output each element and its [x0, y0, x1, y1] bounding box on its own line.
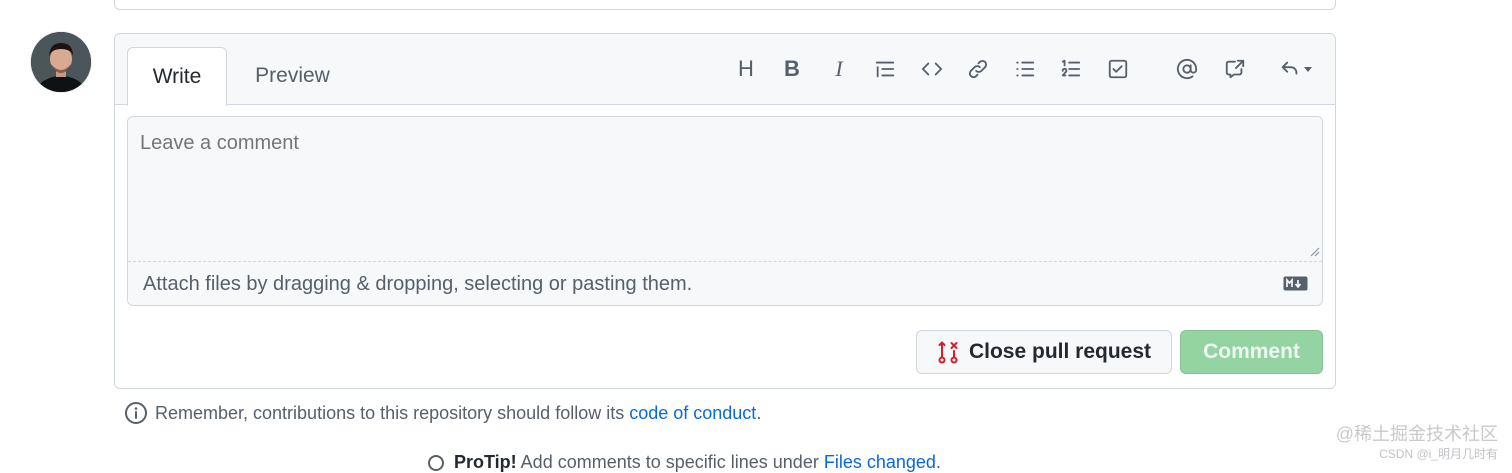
- link-button[interactable]: [961, 52, 995, 86]
- files-changed-link[interactable]: Files changed: [824, 452, 936, 472]
- code-of-conduct-link[interactable]: code of conduct: [629, 403, 756, 423]
- italic-icon: I: [835, 56, 843, 81]
- protip-end: .: [935, 452, 941, 472]
- editor-tabbar: Write Preview H B I: [115, 34, 1335, 106]
- unordered-list-button[interactable]: [1008, 52, 1042, 86]
- comment-button[interactable]: Comment: [1180, 330, 1323, 374]
- code-button[interactable]: [915, 52, 949, 86]
- watermark-line-2: CSDN @i_明月几时有: [1379, 447, 1498, 461]
- comment-button-label: Comment: [1203, 340, 1300, 363]
- link-icon: [968, 59, 988, 79]
- light-bulb-icon: [428, 454, 444, 471]
- avatar[interactable]: [31, 32, 91, 92]
- code-of-conduct-reminder: Remember, contributions to this reposito…: [124, 401, 761, 425]
- bold-icon: B: [784, 56, 800, 81]
- close-pull-request-label: Close pull request: [968, 340, 1152, 363]
- protip-text: Add comments to specific lines under: [516, 452, 824, 472]
- comment-editor: Attach files by dragging & dropping, sel…: [127, 116, 1323, 306]
- quote-button[interactable]: [868, 52, 902, 86]
- protip-label: ProTip!: [454, 452, 517, 472]
- info-icon: [125, 402, 147, 424]
- close-pull-request-button[interactable]: Close pull request: [916, 330, 1172, 374]
- italic-button[interactable]: I: [822, 52, 856, 86]
- saved-replies-button[interactable]: [1275, 52, 1317, 86]
- mention-icon: [1176, 58, 1198, 80]
- tab-preview[interactable]: Preview: [240, 47, 345, 104]
- heading-icon: H: [738, 56, 754, 81]
- avatar-image: [31, 32, 91, 92]
- reminder-end: .: [756, 402, 762, 423]
- protip: ProTip! Add comments to specific lines u…: [426, 452, 941, 473]
- git-pull-request-closed-icon: [938, 341, 958, 364]
- code-icon: [921, 62, 943, 76]
- reminder-text: Remember, contributions to this reposito…: [155, 402, 630, 423]
- resize-handle-icon[interactable]: [1308, 245, 1320, 257]
- list-ordered-icon: [1061, 59, 1081, 77]
- cross-reference-icon: [1225, 59, 1245, 79]
- bold-button[interactable]: B: [775, 52, 809, 86]
- attach-files-text: Attach files by dragging & dropping, sel…: [143, 273, 693, 295]
- ordered-list-button[interactable]: [1054, 52, 1088, 86]
- tasklist-icon: [1108, 59, 1128, 79]
- task-list-button[interactable]: [1101, 52, 1135, 86]
- watermark: @稀土掘金技术社区 CSDN @i_明月几时有: [1336, 424, 1498, 464]
- quote-icon: [875, 61, 895, 78]
- file-attachment-bar[interactable]: Attach files by dragging & dropping, sel…: [128, 261, 1322, 305]
- chevron-down-icon: [1304, 67, 1312, 72]
- markdown-icon[interactable]: [1283, 276, 1308, 291]
- heading-button[interactable]: H: [729, 52, 763, 86]
- watermark-line-1: @稀土掘金技术社区: [1335, 424, 1498, 444]
- cross-reference-button[interactable]: [1218, 52, 1252, 86]
- list-unordered-icon: [1016, 61, 1035, 77]
- tab-write[interactable]: Write: [127, 47, 227, 106]
- reply-icon: [1281, 61, 1298, 75]
- mention-button[interactable]: [1170, 52, 1204, 86]
- previous-comment-box: [114, 0, 1336, 10]
- comment-form: Write Preview H B I Leave a comment Atta…: [114, 33, 1336, 389]
- comment-textarea[interactable]: [128, 117, 1322, 261]
